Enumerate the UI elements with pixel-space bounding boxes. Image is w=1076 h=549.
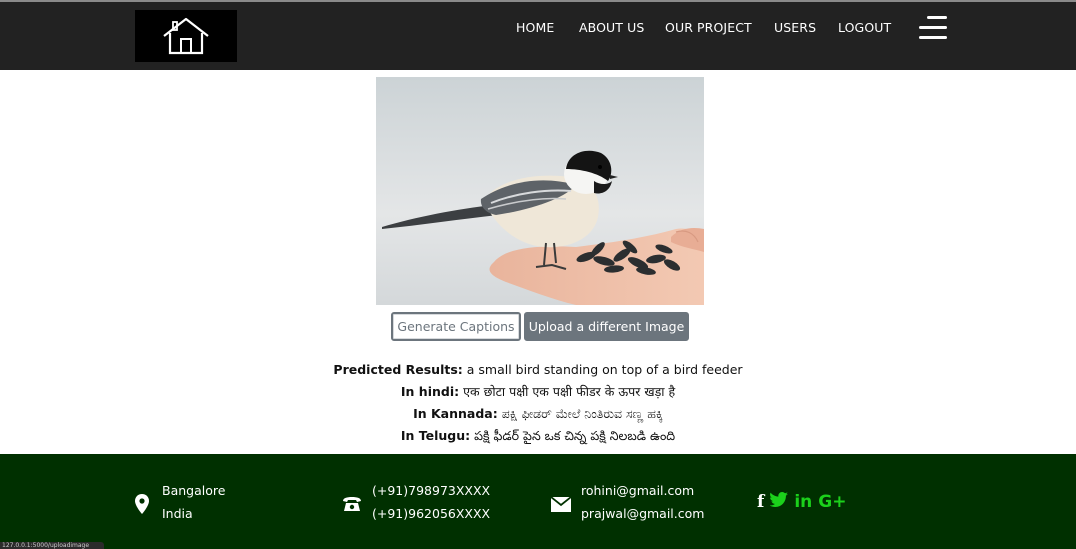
result-kannada-label: In Kannada: <box>413 406 498 421</box>
browser-status-bar: 127.0.0.1:5000/uploadimage <box>0 542 104 549</box>
generate-captions-button[interactable]: Generate Captions <box>391 312 521 341</box>
address-country: India <box>162 506 193 521</box>
footer-address: Bangalore India <box>130 481 225 527</box>
twitter-icon[interactable] <box>769 492 789 512</box>
result-english-label: Predicted Results: <box>333 362 463 377</box>
result-english-text: a small bird standing on top of a bird f… <box>466 362 743 377</box>
email-2[interactable]: prajwal@gmail.com <box>581 504 704 527</box>
telephone-icon <box>340 496 364 512</box>
facebook-icon[interactable]: f <box>757 492 764 512</box>
caption-results: Predicted Results: a small bird standing… <box>0 360 1076 448</box>
main-nav: HOME ABOUT US OUR PROJECT USERS LOGOUT <box>0 2 1076 70</box>
address-city: Bangalore <box>162 483 226 498</box>
social-links: f in G+ <box>757 492 846 512</box>
linkedin-icon[interactable]: in <box>794 492 812 512</box>
result-telugu-label: In Telugu: <box>400 428 471 443</box>
hamburger-menu-icon[interactable] <box>917 16 947 40</box>
result-kannada-text: ಪಕ್ಷಿ ಫೀಡರ್ ಮೇಲೆ ನಿಂತಿರುವ ಸಣ್ಣ ಹಕ್ಕಿ <box>501 406 663 421</box>
navbar: HOME ABOUT US OUR PROJECT USERS LOGOUT <box>0 2 1076 70</box>
result-kannada: In Kannada: ಪಕ್ಷಿ ಫೀಡರ್ ಮೇಲೆ ನಿಂತಿರುವ ಸಣ… <box>0 404 1076 426</box>
footer-phone: (+91)798973XXXX (+91)962056XXXX <box>340 481 490 527</box>
result-hindi-text: एक छोटा पक्षी एक पक्षी फीडर के ऊपर खड़ा … <box>463 384 676 399</box>
result-hindi: In hindi: एक छोटा पक्षी एक पक्षी फीडर के… <box>0 382 1076 404</box>
result-hindi-label: In hindi: <box>400 384 460 399</box>
upload-different-image-button[interactable]: Upload a different Image <box>524 312 689 341</box>
email-1[interactable]: rohini@gmail.com <box>581 481 704 504</box>
nav-our-project[interactable]: OUR PROJECT <box>665 20 752 35</box>
result-english: Predicted Results: a small bird standing… <box>0 360 1076 382</box>
footer-email: rohini@gmail.com prajwal@gmail.com <box>549 481 704 527</box>
phone-2[interactable]: (+91)962056XXXX <box>372 504 490 527</box>
phone-1[interactable]: (+91)798973XXXX <box>372 481 490 504</box>
nav-users[interactable]: USERS <box>774 20 816 35</box>
bird-on-hand-illustration <box>376 77 704 305</box>
nav-logout[interactable]: LOGOUT <box>838 20 891 35</box>
envelope-icon <box>549 496 573 512</box>
result-telugu: In Telugu: పక్షి ఫీడర్ పైన ఒక చిన్న పక్ష… <box>0 426 1076 448</box>
uploaded-image <box>376 77 704 305</box>
nav-home[interactable]: HOME <box>516 20 554 35</box>
result-telugu-text: పక్షి ఫీడర్ పైన ఒక చిన్న పక్షి నిలబడి ఉం… <box>474 428 676 443</box>
google-plus-icon[interactable]: G+ <box>818 492 846 512</box>
nav-about-us[interactable]: ABOUT US <box>579 20 644 35</box>
footer: Bangalore India (+91)798973XXXX (+91)962… <box>0 454 1076 549</box>
map-pin-icon <box>130 494 154 514</box>
